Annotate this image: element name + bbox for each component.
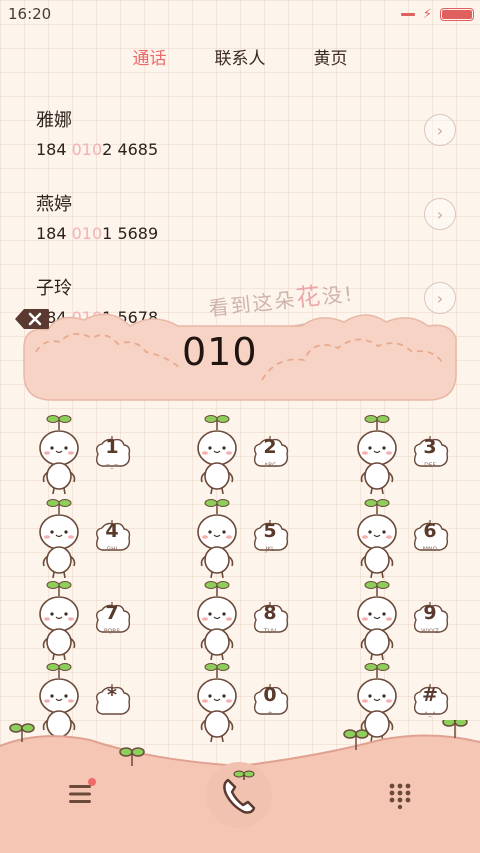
key-5[interactable]: 5 JKL — [186, 498, 316, 582]
dialpad-icon — [389, 783, 411, 810]
key-letters: WXYZ — [421, 628, 439, 635]
key-digit: 9 — [423, 602, 437, 624]
key-bubble: 1 ∞_∞ — [92, 436, 132, 469]
dial-display: 010 — [14, 308, 466, 404]
key-letters: DEF — [424, 462, 436, 469]
menu-button[interactable] — [68, 778, 96, 806]
contact-number: 184 0101 5689 — [36, 224, 159, 243]
tab-bar: 通话 联系人 黄页 — [0, 44, 480, 69]
key-letters: TUV — [263, 628, 277, 635]
key-7[interactable]: 7 PQRS — [28, 580, 158, 664]
battery-icon — [440, 7, 474, 21]
key-digit: * — [107, 684, 117, 706]
key-letters: ∞_∞ — [105, 462, 119, 469]
signal-icon — [400, 12, 415, 16]
sprout-character-icon — [39, 581, 79, 660]
key-digit: 0 — [263, 684, 277, 706]
key-letters: + — [267, 710, 273, 717]
sprout-character-icon — [357, 581, 397, 660]
key-bubble: 0 + — [250, 684, 290, 717]
sprout-character-icon — [357, 499, 397, 578]
key-bubble: 4 GHI — [92, 520, 132, 553]
status-bar: 16:20 ⚡ — [0, 0, 480, 28]
notification-dot — [88, 778, 96, 786]
key-bubble: * — [92, 684, 132, 716]
dial-keypad: 1 ∞_∞ 2 ABC 3 DEF 4 GHI 5 JKL 6 MNO 7 PQRS 8 TUV 9 WXYZ * 0… — [0, 410, 480, 742]
key-bubble: 6 MNO — [410, 520, 450, 553]
dial-input[interactable]: 010 — [182, 330, 258, 374]
key-bubble: 8 TUV — [250, 602, 290, 635]
key-letters: PQRS — [103, 628, 121, 635]
contact-row[interactable]: 雅娜 184 0102 4685 › — [36, 106, 456, 159]
key-digit: 8 — [263, 602, 277, 624]
charging-icon: ⚡ — [422, 6, 432, 22]
tab-contacts[interactable]: 联系人 — [215, 44, 266, 69]
key-4[interactable]: 4 GHI — [28, 498, 158, 582]
tab-calls[interactable]: 通话 — [133, 44, 167, 69]
contact-number: 184 0102 4685 — [36, 140, 159, 159]
chevron-right-icon[interactable]: › — [424, 198, 456, 230]
key-digit: 6 — [423, 520, 437, 542]
contact-row[interactable]: 燕婷 184 0101 5689 › — [36, 190, 456, 243]
key-digit: 7 — [105, 602, 119, 624]
key-bubble: 9 WXYZ — [410, 602, 450, 635]
key-letters: ABC — [263, 462, 277, 469]
sprout-character-icon — [39, 499, 79, 578]
sprout-character-icon — [39, 415, 79, 494]
key-letters: GHI — [106, 546, 118, 553]
key-digit: 5 — [263, 520, 277, 542]
sprout-character-icon — [197, 415, 237, 494]
key-1[interactable]: 1 ∞_∞ — [28, 414, 158, 498]
key-2[interactable]: 2 ABC — [186, 414, 316, 498]
sprout-character-icon — [197, 581, 237, 660]
call-button[interactable] — [206, 762, 272, 828]
dialpad-button[interactable] — [388, 783, 412, 810]
key-digit: 2 — [263, 436, 277, 458]
sprout-character-icon — [357, 415, 397, 494]
key-bubble: 2 ABC — [250, 436, 290, 469]
key-digit: 4 — [105, 520, 119, 542]
contact-name: 子玲 — [36, 278, 72, 299]
status-icons: ⚡ — [400, 6, 474, 22]
key-bubble: 7 PQRS — [92, 602, 132, 635]
key-letters: JKL — [265, 546, 275, 553]
sprout-character-icon — [197, 499, 237, 578]
key-letters: MNO — [422, 546, 438, 553]
key-9[interactable]: 9 WXYZ — [346, 580, 476, 664]
key-letters: ⚬_⚬ — [423, 710, 437, 717]
key-bubble: # ⚬_⚬ — [410, 684, 450, 717]
chevron-right-icon[interactable]: › — [424, 114, 456, 146]
status-time: 16:20 — [8, 5, 52, 23]
tab-yellow-pages[interactable]: 黄页 — [314, 44, 348, 69]
menu-icon — [69, 785, 91, 803]
key-digit: 1 — [105, 436, 119, 458]
key-bubble: 5 JKL — [250, 520, 290, 553]
key-digit: # — [422, 684, 438, 706]
backspace-icon[interactable] — [14, 308, 50, 330]
key-8[interactable]: 8 TUV — [186, 580, 316, 664]
phone-call-icon — [223, 770, 256, 814]
key-digit: 3 — [423, 436, 437, 458]
key-bubble: 3 DEF — [410, 436, 450, 469]
contact-name: 燕婷 — [36, 194, 72, 215]
key-3[interactable]: 3 DEF — [346, 414, 476, 498]
key-6[interactable]: 6 MNO — [346, 498, 476, 582]
contact-name: 雅娜 — [36, 110, 72, 131]
